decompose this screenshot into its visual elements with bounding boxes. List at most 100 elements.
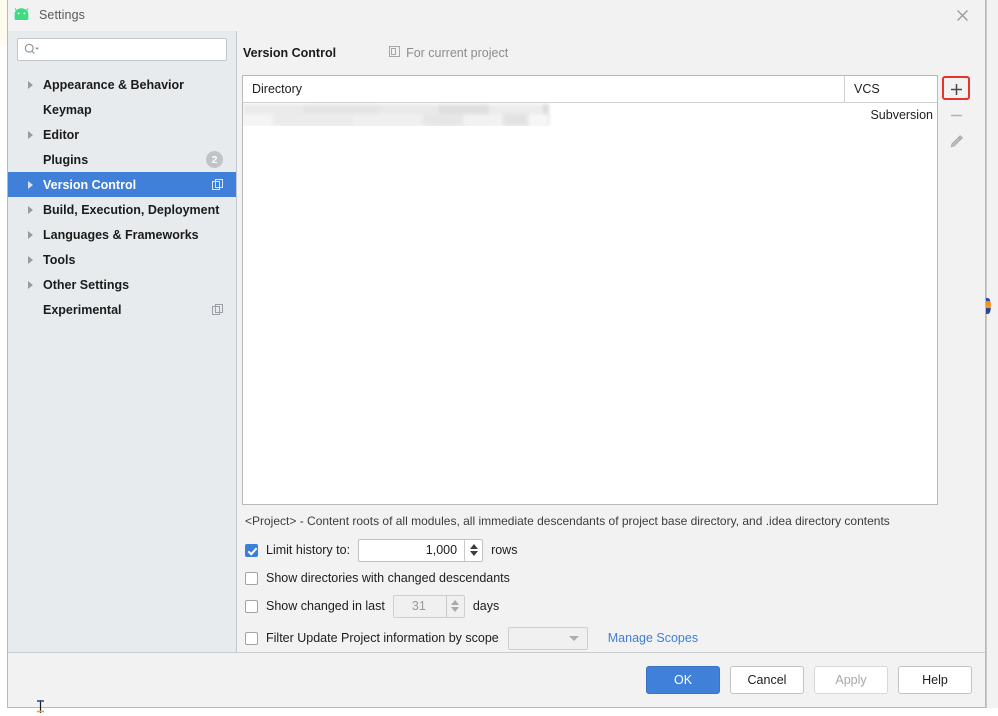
sidebar-item-label: Experimental: [43, 302, 122, 317]
redacted-directory-path-lower: [243, 114, 549, 126]
filter-by-scope-checkbox[interactable]: [245, 631, 258, 645]
sidebar-item-version-control[interactable]: Version Control: [8, 172, 236, 197]
sidebar-item-languages-frameworks[interactable]: Languages & Frameworks: [8, 222, 236, 247]
search-box[interactable]: [17, 38, 227, 61]
show-changed-in-last-label: Show changed in last: [266, 599, 385, 613]
android-icon: [13, 8, 30, 22]
window-title: Settings: [39, 8, 85, 22]
filter-by-scope-label: Filter Update Project information by sco…: [266, 631, 499, 645]
ok-button[interactable]: OK: [646, 666, 720, 694]
filter-by-scope-row: Filter Update Project information by sco…: [245, 624, 974, 652]
chevron-right-icon[interactable]: [28, 280, 33, 289]
version-control-options: Limit history to: 1,000 rows Show direct…: [242, 536, 974, 652]
show-changed-in-last-stepper[interactable]: 31: [392, 594, 465, 618]
limit-history-row: Limit history to: 1,000 rows: [245, 536, 974, 564]
chevron-right-icon[interactable]: [28, 130, 33, 139]
sidebar-item-build-execution-deployment[interactable]: Build, Execution, Deployment: [8, 197, 236, 222]
chevron-right-icon[interactable]: [28, 80, 33, 89]
chevron-down-icon[interactable]: [451, 607, 460, 612]
settings-content-panel: Version Control For current project Dire…: [237, 31, 985, 652]
sidebar-item-appearance-behavior[interactable]: Appearance & Behavior: [8, 72, 236, 97]
chevron-down-icon[interactable]: [568, 635, 579, 641]
project-scope-icon: [212, 303, 224, 316]
stepper-arrows[interactable]: [445, 595, 464, 617]
show-changed-in-last-row: Show changed in last 31 days: [245, 592, 974, 620]
sidebar-item-tools[interactable]: Tools: [8, 247, 236, 272]
sidebar-item-other-settings[interactable]: Other Settings: [8, 272, 236, 297]
dialog-footer: OK Cancel Apply Help: [8, 652, 985, 707]
show-changed-in-last-value[interactable]: 31: [394, 596, 446, 617]
limit-history-stepper[interactable]: 1,000: [358, 538, 484, 562]
search-container: [8, 31, 236, 71]
show-changed-descendants-label: Show directories with changed descendant…: [266, 571, 510, 585]
directory-mapping-table: Directory VCS Subversion: [242, 75, 938, 505]
chevron-right-icon[interactable]: [28, 205, 33, 214]
project-scope-icon: [212, 178, 224, 191]
search-icon: [24, 43, 39, 56]
sidebar-item-label: Tools: [43, 252, 76, 267]
sidebar-item-keymap[interactable]: Keymap: [8, 97, 236, 122]
sidebar-item-label: Keymap: [43, 102, 92, 117]
sidebar-item-label: Other Settings: [43, 277, 130, 292]
edit-directory-button[interactable]: [941, 128, 971, 154]
add-directory-button[interactable]: [941, 76, 971, 102]
backdrop-right-edge: [986, 0, 998, 716]
settings-sidebar: Appearance & Behavior Keymap Editor Plug…: [8, 31, 237, 652]
sidebar-item-label: Appearance & Behavior: [43, 77, 185, 92]
for-current-project-hint: For current project: [389, 46, 508, 60]
limit-history-checkbox[interactable]: [245, 543, 258, 557]
stepper-arrows[interactable]: [464, 539, 482, 561]
table-header-row: Directory VCS: [243, 76, 937, 103]
content-header: Version Control For current project: [242, 31, 974, 75]
table-toolbar: [938, 75, 974, 505]
table-row[interactable]: Subversion: [243, 103, 937, 126]
chevron-right-icon[interactable]: [28, 255, 33, 264]
limit-history-label: Limit history to:: [266, 543, 351, 557]
sidebar-item-label: Build, Execution, Deployment: [43, 202, 220, 217]
page-title: Version Control: [243, 46, 337, 60]
show-changed-descendants-row: Show directories with changed descendant…: [245, 564, 974, 592]
remove-directory-button[interactable]: [941, 102, 971, 128]
plugins-update-badge: 2: [206, 151, 223, 168]
show-changed-descendants-checkbox[interactable]: [245, 571, 258, 585]
help-button[interactable]: Help: [898, 666, 972, 694]
column-header-vcs[interactable]: VCS: [845, 76, 937, 102]
cell-directory[interactable]: [243, 103, 845, 126]
apply-button[interactable]: Apply: [814, 666, 888, 694]
sidebar-item-editor[interactable]: Editor: [8, 122, 236, 147]
sidebar-item-experimental[interactable]: Experimental: [8, 297, 236, 322]
chevron-up-icon[interactable]: [451, 600, 460, 605]
table-body: Subversion: [243, 103, 937, 504]
column-header-directory[interactable]: Directory: [243, 76, 845, 102]
show-changed-in-last-checkbox[interactable]: [245, 599, 258, 613]
chevron-up-icon[interactable]: [469, 544, 478, 549]
chevron-right-icon[interactable]: [28, 230, 33, 239]
settings-dialog: Settings Appearance & Behavior Keymap Ed…: [7, 0, 986, 708]
dialog-title-bar: Settings: [8, 0, 985, 31]
text-cursor-artifact: [36, 700, 45, 713]
sidebar-item-label: Version Control: [43, 177, 137, 192]
project-scope-description: <Project> - Content roots of all modules…: [245, 514, 890, 528]
limit-history-unit: rows: [491, 543, 518, 557]
for-current-project-label: For current project: [406, 46, 509, 60]
settings-tree: Appearance & Behavior Keymap Editor Plug…: [8, 71, 236, 652]
backdrop-left-strip: [0, 0, 7, 45]
sidebar-item-label: Languages & Frameworks: [43, 227, 199, 242]
sidebar-item-label: Plugins: [43, 152, 89, 167]
directory-mapping-area: Directory VCS Subversion: [242, 75, 974, 505]
dialog-body: Appearance & Behavior Keymap Editor Plug…: [8, 31, 985, 652]
chevron-right-icon[interactable]: [28, 180, 33, 189]
project-scope-icon: [389, 46, 401, 60]
cell-vcs[interactable]: Subversion: [845, 108, 937, 122]
show-changed-in-last-unit: days: [472, 599, 500, 613]
chevron-down-icon[interactable]: [469, 551, 478, 556]
below-dialog-strip: [0, 708, 998, 716]
manage-scopes-link[interactable]: Manage Scopes: [608, 631, 698, 645]
cancel-button[interactable]: Cancel: [730, 666, 804, 694]
close-icon[interactable]: [939, 0, 985, 30]
sidebar-item-label: Editor: [43, 127, 80, 142]
search-input[interactable]: [39, 39, 226, 60]
scope-dropdown[interactable]: [507, 626, 588, 650]
sidebar-item-plugins[interactable]: Plugins 2: [8, 147, 236, 172]
limit-history-value[interactable]: 1,000: [359, 540, 464, 561]
